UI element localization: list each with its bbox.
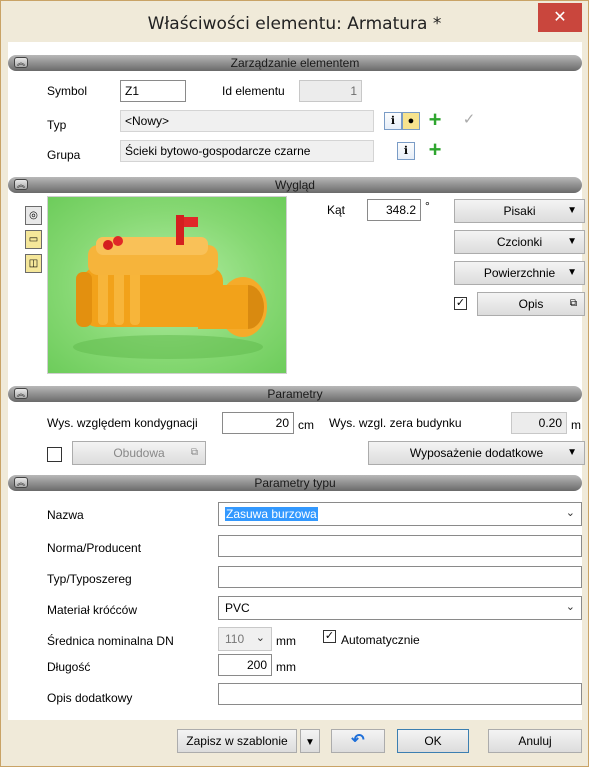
chevron-down-icon: ⌄ [255, 632, 265, 644]
angle-label: Kąt [327, 203, 346, 217]
add-type-icon[interactable]: + [425, 109, 445, 131]
series-input[interactable] [218, 566, 582, 588]
section-parameters-header[interactable]: ︽ Parametry [8, 386, 582, 402]
name-label: Nazwa [47, 508, 84, 522]
housing-checkbox[interactable] [47, 447, 62, 462]
view-folder-icon[interactable]: ▭ [25, 230, 42, 249]
extra-equipment-button[interactable]: Wyposażenie dodatkowe ▼ [368, 441, 585, 465]
material-select[interactable]: PVC ⌄ [218, 596, 582, 620]
cancel-button[interactable]: Anuluj [488, 729, 582, 753]
popout-icon: ⧉ [569, 298, 577, 309]
extra-desc-input[interactable] [218, 683, 582, 705]
save-template-dropdown[interactable]: ▼ [300, 729, 320, 753]
group-field[interactable]: Ścieki bytowo-gospodarcze czarne [120, 140, 374, 162]
angle-unit: ° [425, 199, 430, 213]
length-label: Długość [47, 660, 91, 674]
view-cube-icon[interactable]: ◫ [25, 254, 42, 273]
zero-height-unit: m [571, 418, 581, 432]
element-id-field: 1 [299, 80, 362, 102]
housing-button[interactable]: Obudowa ⧉ [72, 441, 206, 465]
element-id-label: Id elementu [222, 84, 285, 98]
collapse-icon[interactable]: ︽ [14, 179, 28, 190]
zero-height-field: 0.20 [511, 412, 567, 434]
section-type-parameters-header[interactable]: ︽ Parametry typu [8, 475, 582, 491]
undo-button[interactable]: ↶ [331, 729, 385, 753]
surfaces-button[interactable]: Powierzchnie ▼ [454, 261, 585, 285]
auto-label: Automatycznie [341, 633, 420, 647]
type-info-icon[interactable]: ℹ [384, 112, 402, 130]
collapse-icon[interactable]: ︽ [14, 477, 28, 488]
group-info-icon[interactable]: ℹ [397, 142, 415, 160]
fonts-button[interactable]: Czcionki ▼ [454, 230, 585, 254]
type-label: Typ [47, 118, 67, 132]
close-button[interactable]: ✕ [538, 3, 582, 32]
chevron-down-icon: ⌄ [565, 601, 575, 613]
symbol-input[interactable]: Z1 [120, 80, 186, 102]
angle-input[interactable]: 348.2 [367, 199, 421, 221]
section-management-header[interactable]: ︽ Zarządzanie elementem [8, 55, 582, 71]
dropdown-arrow-icon: ▼ [567, 267, 577, 278]
length-input[interactable]: 200 [218, 654, 272, 676]
zero-height-label: Wys. wzgl. zera budynku [329, 416, 462, 430]
save-template-button[interactable]: Zapisz w szablonie [177, 729, 297, 753]
series-label: Typ/Typoszereg [47, 572, 132, 586]
section-appearance-header[interactable]: ︽ Wygląd [8, 177, 582, 193]
collapse-icon[interactable]: ︽ [14, 57, 28, 68]
symbol-label: Symbol [47, 84, 88, 98]
norm-input[interactable] [218, 535, 582, 557]
collapse-icon[interactable]: ︽ [14, 388, 28, 399]
storey-height-unit: cm [298, 418, 314, 432]
title-bar[interactable]: Właściwości elementu: Armatura * ✕ [1, 1, 588, 43]
apply-type-icon: ✓ [462, 111, 476, 128]
popout-icon: ⧉ [190, 447, 198, 458]
material-label: Materiał króćców [47, 603, 138, 617]
dropdown-arrow-icon: ▼ [305, 737, 315, 748]
view-3d-icon[interactable]: ◎ [25, 206, 42, 225]
window-title: Właściwości elementu: Armatura * [147, 14, 442, 34]
chevron-down-icon: ⌄ [565, 507, 575, 519]
dn-label: Średnica nominalna DN [47, 634, 174, 648]
type-field[interactable]: <Nowy> [120, 110, 374, 132]
pens-button[interactable]: Pisaki ▼ [454, 199, 585, 223]
type-bulb-icon[interactable]: ● [402, 112, 420, 130]
group-label: Grupa [47, 148, 81, 162]
element-preview-image [47, 196, 287, 374]
add-group-icon[interactable]: + [425, 139, 445, 161]
storey-height-input[interactable]: 20 [222, 412, 294, 434]
dropdown-arrow-icon: ▼ [567, 205, 577, 216]
dn-select: 110 ⌄ [218, 627, 272, 651]
norm-label: Norma/Producent [47, 541, 142, 555]
name-select[interactable]: Zasuwa burzowa ⌄ [218, 502, 582, 526]
undo-icon: ↶ [351, 732, 365, 749]
dropdown-arrow-icon: ▼ [567, 447, 577, 458]
extra-desc-label: Opis dodatkowy [47, 691, 133, 705]
dn-unit: mm [276, 634, 296, 648]
auto-checkbox[interactable]: ✓ [323, 630, 336, 643]
dropdown-arrow-icon: ▼ [567, 236, 577, 247]
description-checkbox[interactable]: ✓ [454, 297, 467, 310]
length-unit: mm [276, 660, 296, 674]
storey-height-label: Wys. względem kondygnacji [47, 416, 198, 430]
ok-button[interactable]: OK [397, 729, 469, 753]
description-button[interactable]: Opis ⧉ [477, 292, 585, 316]
